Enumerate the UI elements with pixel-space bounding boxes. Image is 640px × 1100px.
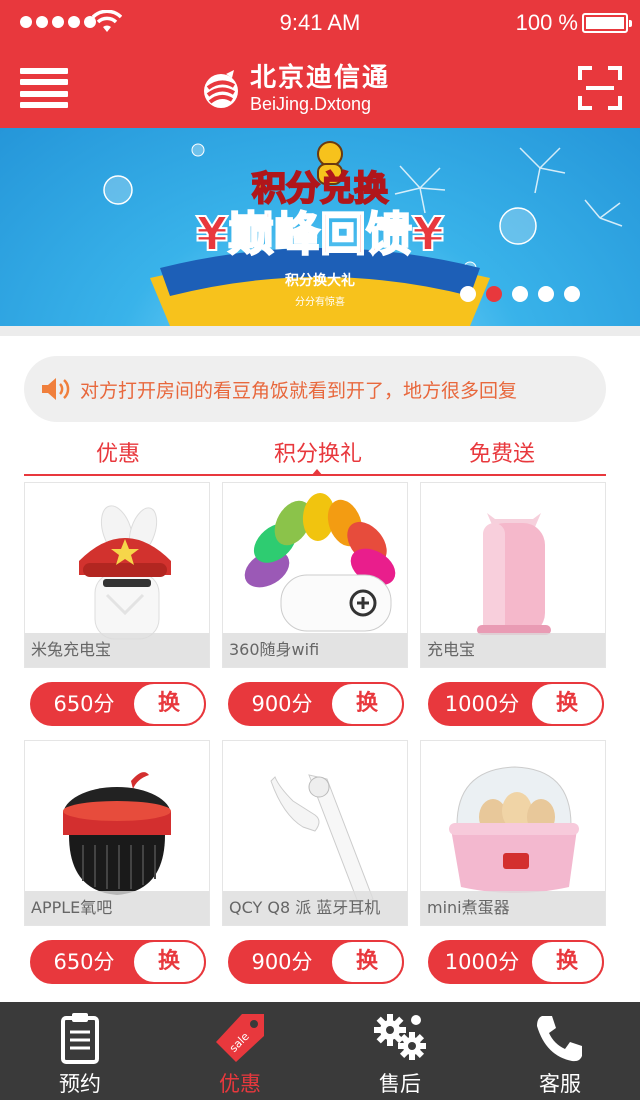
product-name: 360随身wifi <box>223 633 407 667</box>
carousel-dot[interactable] <box>512 286 528 302</box>
price-button[interactable]: 650分 换 <box>30 682 206 726</box>
product-name: 米兔充电宝 <box>25 633 209 667</box>
carousel-dots <box>460 286 580 302</box>
product-card[interactable]: 360随身wifi <box>222 482 408 668</box>
price-button[interactable]: 650分 换 <box>30 940 206 984</box>
exchange-button[interactable]: 换 <box>530 682 604 726</box>
battery-icon <box>582 13 632 33</box>
sale-tag-icon: sale <box>216 1014 264 1062</box>
menu-icon[interactable] <box>20 68 68 108</box>
product-points: 650分 <box>53 692 115 716</box>
brand-name-cn: 北京迪信通 <box>250 63 391 93</box>
gears-icon <box>374 1014 426 1060</box>
carousel-dot[interactable] <box>564 286 580 302</box>
product-card[interactable]: 米兔充电宝 <box>24 482 210 668</box>
dxtong-logo-icon <box>204 70 238 108</box>
banner-line2: ¥巅峰回馈¥ <box>196 207 444 261</box>
tabbar-label: 优惠 <box>219 1072 261 1096</box>
brand-name-en: BeiJing.Dxtong <box>250 94 372 114</box>
active-tab-caret <box>311 469 323 476</box>
brand-logo: 北京迪信通 BeiJing.Dxtong <box>200 62 390 116</box>
product-points: 1000分 <box>444 692 520 716</box>
notice-text: 对方打开房间的看豆角饭就看到开了，地方很多回复 <box>80 379 518 402</box>
product-name: QCY Q8 派 蓝牙耳机 <box>223 891 407 925</box>
speaker-icon <box>42 378 70 400</box>
tabbar-item-service[interactable]: 客服 <box>480 1002 640 1100</box>
price-button[interactable]: 1000分 换 <box>428 940 604 984</box>
scan-icon[interactable] <box>578 66 622 110</box>
banner-ribbon: 积分换大礼 <box>285 272 355 289</box>
nav-bar: 北京迪信通 BeiJing.Dxtong <box>0 48 640 128</box>
tab-points-exchange[interactable]: 积分换礼 <box>238 436 398 468</box>
banner-line1: 积分兑换 <box>252 169 388 209</box>
tabbar-label: 预约 <box>59 1072 101 1096</box>
carousel-dot[interactable] <box>460 286 476 302</box>
carousel-dot-active[interactable] <box>486 286 502 302</box>
bottom-tab-bar: 预约 sale 优惠 售后 客服 <box>0 1002 640 1100</box>
notice-bar[interactable]: 对方打开房间的看豆角饭就看到开了，地方很多回复 <box>24 356 606 422</box>
exchange-button[interactable]: 换 <box>330 682 404 726</box>
clipboard-icon <box>61 1013 99 1064</box>
price-button[interactable]: 900分 换 <box>228 682 404 726</box>
tab-free[interactable]: 免费送 <box>422 436 582 468</box>
tabbar-item-appointment[interactable]: 预约 <box>0 1002 160 1100</box>
product-name: APPLE氧吧 <box>25 891 209 925</box>
battery-percent: 100 % <box>515 10 578 35</box>
exchange-button[interactable]: 换 <box>330 940 404 984</box>
price-button[interactable]: 900分 换 <box>228 940 404 984</box>
product-card[interactable]: APPLE氧吧 <box>24 740 210 926</box>
status-bar: 9:41 AM 100 % <box>0 0 640 48</box>
tabbar-item-after-sales[interactable]: 售后 <box>320 1002 480 1100</box>
product-points: 1000分 <box>444 950 520 974</box>
product-card[interactable]: 充电宝 <box>420 482 606 668</box>
section-divider <box>0 326 640 336</box>
product-points: 900分 <box>251 692 313 716</box>
category-tabs: 优惠 积分换礼 免费送 <box>24 432 606 476</box>
tabbar-label: 售后 <box>379 1072 421 1096</box>
phone-icon <box>537 1016 582 1062</box>
promo-banner[interactable]: 积分兑换 ¥巅峰回馈¥ 积分换大礼 分分有惊喜 <box>0 128 640 326</box>
app-header: 9:41 AM 100 % 北京迪信通 BeiJing.Dxtong <box>0 0 640 128</box>
tab-discount[interactable]: 优惠 <box>38 436 198 468</box>
exchange-button[interactable]: 换 <box>132 682 206 726</box>
product-card[interactable]: QCY Q8 派 蓝牙耳机 <box>222 740 408 926</box>
product-points: 650分 <box>53 950 115 974</box>
product-card[interactable]: mini煮蛋器 <box>420 740 606 926</box>
product-name: 充电宝 <box>421 633 605 667</box>
exchange-button[interactable]: 换 <box>132 940 206 984</box>
product-points: 900分 <box>251 950 313 974</box>
carousel-dot[interactable] <box>538 286 554 302</box>
banner-sub: 分分有惊喜 <box>295 295 345 308</box>
product-name: mini煮蛋器 <box>421 891 605 925</box>
price-button[interactable]: 1000分 换 <box>428 682 604 726</box>
exchange-button[interactable]: 换 <box>530 940 604 984</box>
tabbar-item-discount[interactable]: sale 优惠 <box>160 1002 320 1100</box>
tabbar-label: 客服 <box>539 1072 581 1096</box>
